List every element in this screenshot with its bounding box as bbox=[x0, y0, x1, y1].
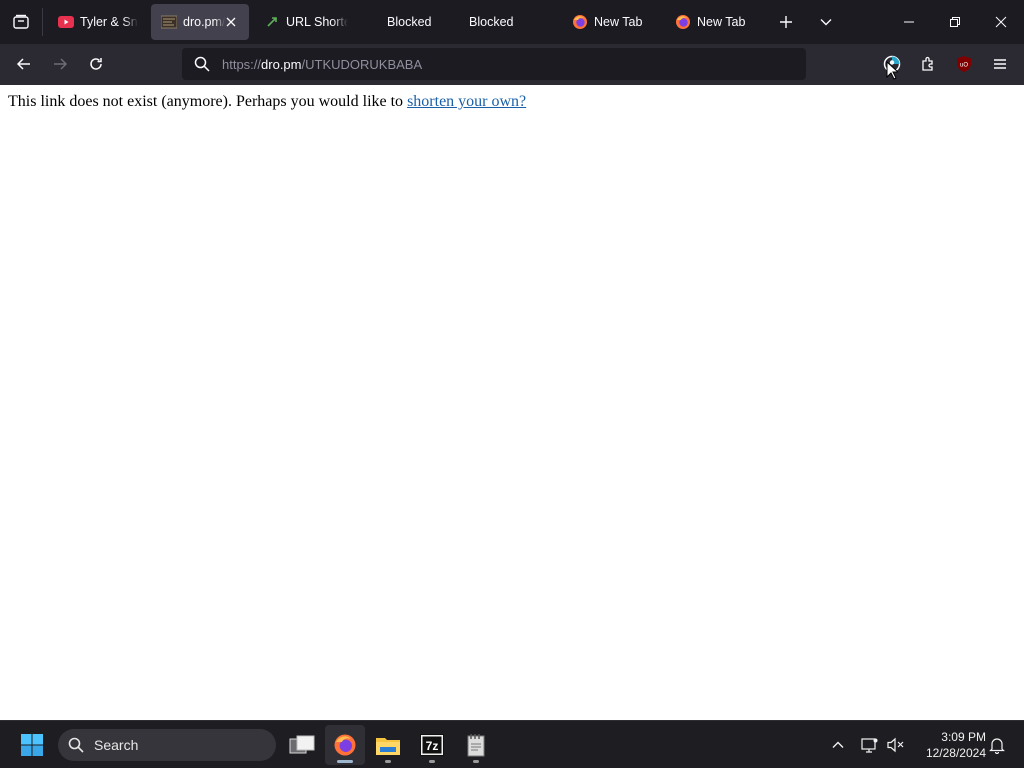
url-text[interactable]: https://dro.pm/UTKUDORUKBABA bbox=[222, 57, 422, 72]
close-icon bbox=[995, 16, 1007, 28]
taskbar-firefox[interactable] bbox=[325, 725, 365, 765]
chevron-down-icon bbox=[820, 19, 832, 26]
extensions-icon bbox=[922, 56, 933, 71]
tab-title: Blocked bbox=[469, 15, 514, 29]
ublock-label: uO bbox=[960, 63, 968, 69]
forward-arrow-icon bbox=[54, 58, 68, 70]
error-message-text: This link does not exist (anymore). Perh… bbox=[8, 93, 408, 110]
7zip-label: 7z bbox=[426, 739, 439, 753]
ublock-origin-button[interactable]: uO bbox=[948, 48, 980, 80]
tab-title: Blocked bbox=[387, 15, 432, 29]
url-shortener-favicon bbox=[264, 14, 280, 30]
tab-new-tab-2[interactable]: New Tab bbox=[669, 4, 761, 40]
close-tab-icon[interactable] bbox=[223, 14, 239, 30]
tab-separator bbox=[42, 8, 43, 36]
search-icon bbox=[182, 48, 222, 80]
list-all-tabs-button[interactable] bbox=[808, 0, 844, 44]
tab-blocked-1[interactable]: Blocked bbox=[381, 4, 453, 40]
taskbar-notepad[interactable] bbox=[456, 725, 496, 765]
system-clock[interactable]: 3:09 PM 12/28/2024 bbox=[912, 729, 986, 761]
clock-time: 3:09 PM bbox=[941, 730, 986, 744]
back-arrow-icon bbox=[16, 58, 30, 70]
tab-title: New Tab bbox=[697, 15, 746, 29]
windows-taskbar: Search 7z 3:09 PM 12/28/2024 bbox=[0, 720, 1024, 768]
shorten-link[interactable]: shorten your own? bbox=[407, 93, 526, 110]
start-button[interactable] bbox=[12, 725, 52, 765]
taskbar-7zip[interactable]: 7z bbox=[412, 725, 452, 765]
firefox-icon bbox=[572, 14, 588, 30]
tab-title: URL Shorte bbox=[286, 15, 348, 29]
search-icon bbox=[58, 737, 94, 753]
running-indicator bbox=[429, 760, 435, 763]
url-path: /UTKUDORUKBABA bbox=[301, 56, 423, 72]
url-host: dro.pm bbox=[261, 56, 302, 72]
reload-icon bbox=[90, 58, 102, 70]
active-indicator bbox=[337, 760, 353, 763]
tab-title: New Tab bbox=[594, 15, 643, 29]
firefox-view-button[interactable] bbox=[0, 0, 42, 44]
youtube-icon bbox=[58, 14, 74, 30]
running-indicator bbox=[385, 760, 391, 763]
firefox-icon bbox=[675, 14, 691, 30]
tab-title: dro.pm/ bbox=[183, 15, 226, 29]
back-button[interactable] bbox=[8, 48, 40, 80]
volume-muted-icon bbox=[887, 737, 904, 753]
network-icon bbox=[861, 738, 878, 753]
plus-icon bbox=[780, 16, 792, 28]
search-label: Search bbox=[94, 737, 139, 753]
task-view-button[interactable] bbox=[282, 725, 322, 765]
mouse-cursor-icon bbox=[886, 61, 898, 80]
network-status-button[interactable] bbox=[858, 733, 882, 757]
restore-button[interactable] bbox=[932, 0, 978, 44]
task-view-icon bbox=[289, 735, 315, 754]
tab-dro-pm[interactable]: dro.pm/ bbox=[151, 4, 249, 40]
taskbar-search-box[interactable]: Search bbox=[58, 729, 276, 761]
url-scheme: https:// bbox=[222, 56, 262, 72]
forward-button[interactable] bbox=[44, 48, 76, 80]
restore-icon bbox=[950, 17, 960, 27]
ublock-icon: uO bbox=[957, 56, 971, 72]
tab-url-shortener[interactable]: URL Shorte bbox=[258, 4, 348, 40]
firefox-view-icon bbox=[13, 14, 29, 29]
chevron-up-icon bbox=[832, 741, 844, 748]
extensions-button[interactable] bbox=[912, 48, 944, 80]
bell-icon bbox=[989, 738, 1005, 754]
taskbar-file-explorer[interactable] bbox=[368, 725, 408, 765]
new-tab-button[interactable] bbox=[768, 0, 804, 44]
page-content: This link does not exist (anymore). Perh… bbox=[0, 85, 1024, 720]
navigation-toolbar: https://dro.pm/UTKUDORUKBABA uO bbox=[0, 44, 1024, 85]
windows-start-icon bbox=[21, 734, 43, 756]
dro-pm-favicon bbox=[161, 14, 177, 30]
volume-button[interactable] bbox=[884, 733, 908, 757]
tab-blocked-2[interactable]: Blocked bbox=[463, 4, 535, 40]
7zip-icon: 7z bbox=[420, 734, 444, 756]
tab-strip: Tyler & Sn dro.pm/ URL Shorte Blocked Bl… bbox=[0, 0, 1024, 44]
error-message: This link does not exist (anymore). Perh… bbox=[8, 93, 526, 111]
notifications-button[interactable] bbox=[985, 733, 1009, 757]
clock-date: 12/28/2024 bbox=[925, 746, 986, 760]
tab-new-tab-1[interactable]: New Tab bbox=[566, 4, 658, 40]
file-explorer-icon bbox=[376, 738, 400, 755]
tab-youtube[interactable]: Tyler & Sn bbox=[52, 4, 140, 40]
menu-icon bbox=[994, 59, 1006, 69]
firefox-icon bbox=[334, 734, 356, 756]
reload-button[interactable] bbox=[80, 48, 112, 80]
minimize-button[interactable] bbox=[886, 0, 932, 44]
tab-title: Tyler & Sn bbox=[80, 15, 138, 29]
address-bar[interactable]: https://dro.pm/UTKUDORUKBABA bbox=[182, 48, 806, 80]
running-indicator bbox=[473, 760, 479, 763]
close-window-button[interactable] bbox=[978, 0, 1024, 44]
app-menu-button[interactable] bbox=[984, 48, 1016, 80]
minimize-icon bbox=[904, 21, 914, 23]
notepad-icon bbox=[467, 734, 485, 757]
show-hidden-icons-button[interactable] bbox=[826, 733, 850, 757]
